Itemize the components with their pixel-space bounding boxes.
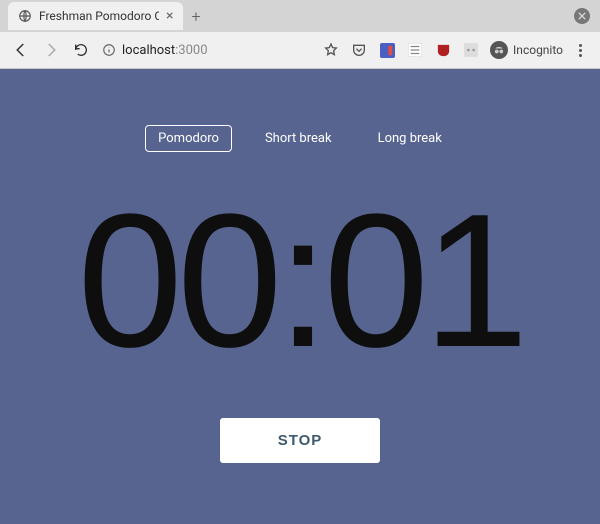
mode-pomodoro[interactable]: Pomodoro bbox=[145, 125, 232, 152]
extension-icon[interactable] bbox=[406, 41, 424, 59]
reload-button[interactable] bbox=[68, 37, 94, 63]
extensions-area: Incognito bbox=[322, 41, 592, 59]
incognito-icon bbox=[490, 41, 508, 59]
forward-button[interactable] bbox=[38, 37, 64, 63]
address-bar[interactable]: localhost:3000 bbox=[98, 43, 318, 58]
stop-button[interactable]: STOP bbox=[220, 418, 381, 463]
browser-menu-button[interactable] bbox=[573, 44, 588, 57]
mode-selector: Pomodoro Short break Long break bbox=[145, 125, 455, 152]
window-close-button[interactable] bbox=[574, 8, 590, 24]
site-info-icon[interactable] bbox=[102, 43, 116, 57]
tab-strip: Freshman Pomodoro Cloc × + bbox=[0, 0, 600, 32]
incognito-label: Incognito bbox=[513, 43, 563, 57]
new-tab-button[interactable]: + bbox=[191, 7, 200, 26]
address-port: :3000 bbox=[175, 43, 207, 58]
app-viewport: Pomodoro Short break Long break 00:01 ST… bbox=[0, 69, 600, 524]
star-icon[interactable] bbox=[322, 41, 340, 59]
mode-short-break[interactable]: Short break bbox=[252, 125, 345, 152]
timer-display: 00:01 bbox=[77, 186, 522, 376]
ublock-icon[interactable] bbox=[434, 41, 452, 59]
back-button[interactable] bbox=[8, 37, 34, 63]
address-host: localhost bbox=[122, 43, 175, 58]
browser-tab[interactable]: Freshman Pomodoro Cloc × bbox=[8, 2, 183, 30]
extension-icon[interactable] bbox=[378, 41, 396, 59]
pocket-icon[interactable] bbox=[350, 41, 368, 59]
extension-icon[interactable] bbox=[462, 41, 480, 59]
globe-icon bbox=[18, 9, 32, 23]
close-icon[interactable]: × bbox=[166, 9, 173, 23]
tab-title: Freshman Pomodoro Cloc bbox=[39, 9, 159, 23]
mode-long-break[interactable]: Long break bbox=[365, 125, 455, 152]
incognito-indicator[interactable]: Incognito bbox=[490, 41, 563, 59]
browser-toolbar: localhost:3000 bbox=[0, 32, 600, 68]
browser-chrome: Freshman Pomodoro Cloc × + localhost:300… bbox=[0, 0, 600, 69]
